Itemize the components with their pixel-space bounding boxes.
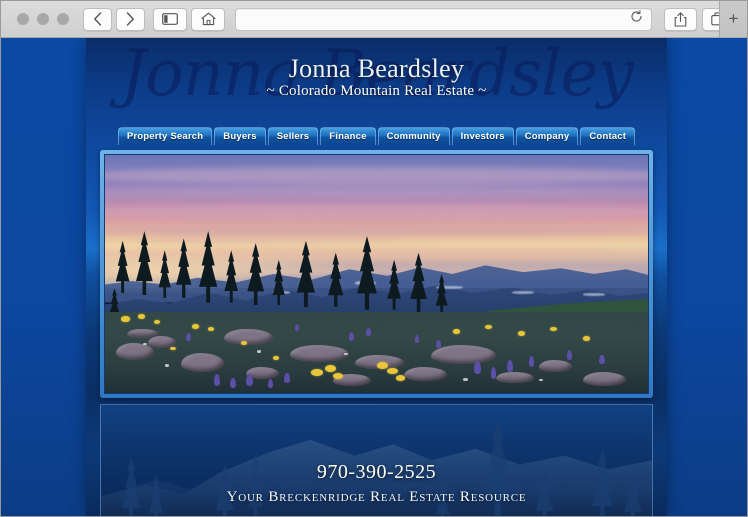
page-viewport: Jonna Beardsley Jonna Beardsley ~ Colora… bbox=[1, 38, 747, 516]
nav-item-investors[interactable]: Investors bbox=[451, 127, 514, 145]
hero-snowfield bbox=[273, 290, 290, 294]
home-button[interactable] bbox=[191, 7, 225, 31]
navigation-buttons bbox=[83, 7, 145, 31]
nav-item-property-search[interactable]: Property Search bbox=[117, 127, 213, 145]
minimize-window-button[interactable] bbox=[37, 13, 49, 25]
sidebar-icon bbox=[162, 13, 178, 25]
new-tab-button[interactable]: + bbox=[719, 1, 747, 37]
show-sidebar-button[interactable] bbox=[153, 7, 187, 31]
zoom-window-button[interactable] bbox=[57, 13, 69, 25]
hero-snowfield bbox=[582, 293, 605, 296]
hero-cloud bbox=[105, 226, 648, 236]
footer-phone-number[interactable]: 970-390-2525 bbox=[101, 461, 652, 484]
site-container: Jonna Beardsley Jonna Beardsley ~ Colora… bbox=[86, 38, 667, 516]
nav-item-company[interactable]: Company bbox=[515, 127, 579, 145]
address-bar[interactable] bbox=[235, 7, 652, 31]
hero-cloud bbox=[105, 185, 648, 198]
nav-item-community[interactable]: Community bbox=[377, 127, 450, 145]
chevron-right-icon bbox=[126, 12, 135, 26]
hero-cloud bbox=[267, 178, 567, 186]
hero-cloud bbox=[132, 235, 404, 244]
hero-snowfield bbox=[354, 281, 377, 285]
share-button[interactable] bbox=[664, 7, 697, 31]
hero-cloud bbox=[105, 247, 648, 260]
hero-image-frame bbox=[100, 150, 653, 398]
main-navigation: Property Search Buyers Sellers Finance C… bbox=[106, 127, 647, 145]
hero-cloud bbox=[105, 204, 648, 220]
forward-button[interactable] bbox=[116, 7, 145, 31]
window-traffic-lights bbox=[17, 13, 69, 25]
home-icon bbox=[200, 12, 216, 26]
share-icon bbox=[674, 11, 687, 27]
chevron-left-icon bbox=[93, 12, 102, 26]
hero-snowfield bbox=[512, 290, 534, 294]
site-tagline: ~ Colorado Mountain Real Estate ~ bbox=[266, 83, 487, 99]
hero-image bbox=[104, 154, 649, 394]
site-title: Jonna Beardsley bbox=[288, 54, 465, 83]
back-button[interactable] bbox=[83, 7, 112, 31]
footer-mountain-scene: 970-390-2525 Your Breckenridge Real Esta… bbox=[100, 404, 653, 516]
close-window-button[interactable] bbox=[17, 13, 29, 25]
browser-window: + Jonna Beardsley Jonna Beardsley ~ Colo… bbox=[0, 0, 748, 517]
nav-item-sellers[interactable]: Sellers bbox=[267, 127, 319, 145]
reload-icon[interactable] bbox=[630, 10, 643, 28]
nav-item-finance[interactable]: Finance bbox=[320, 127, 376, 145]
nav-item-buyers[interactable]: Buyers bbox=[214, 127, 266, 145]
footer-tagline: Your Breckenridge Real Estate Resource bbox=[226, 489, 527, 505]
nav-item-contact[interactable]: Contact bbox=[580, 127, 636, 145]
browser-toolbar: + bbox=[1, 1, 747, 38]
